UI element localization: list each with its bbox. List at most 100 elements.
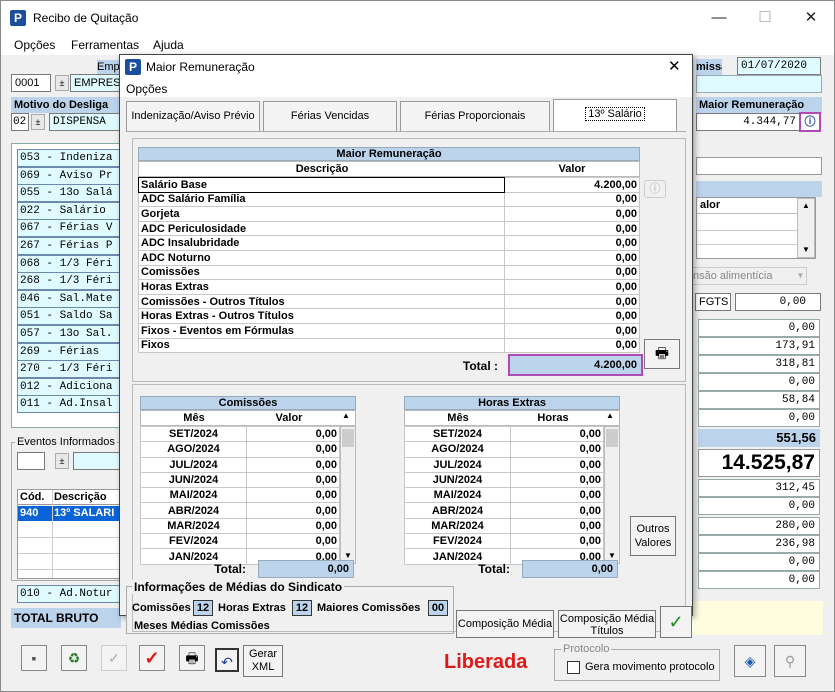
table-row[interactable]: Fixos - Eventos em Fórmulas 0,00 xyxy=(138,322,640,339)
row-value: 0,00 xyxy=(510,487,604,504)
table-row[interactable]: FEV/2024 0,00 xyxy=(140,533,340,550)
empresa-spin[interactable]: ± xyxy=(55,75,69,91)
row-descricao: Gorjeta xyxy=(138,206,505,222)
table-row[interactable]: ADC Salário Família 0,00 xyxy=(138,191,640,208)
table-row[interactable]: ADC Noturno 0,00 xyxy=(138,249,640,266)
pensao-select[interactable]: nsão alimentícia xyxy=(689,267,807,285)
table-row[interactable]: JUL/2024 0,00 xyxy=(140,456,340,473)
table-row[interactable]: AGO/2024 0,00 xyxy=(404,441,604,458)
table-row[interactable]: Comissões 0,00 xyxy=(138,264,640,281)
confirm-disabled-button[interactable]: ✓ xyxy=(101,645,127,671)
gera-mov-checkbox[interactable] xyxy=(567,661,580,674)
print-button[interactable]: 🖶 xyxy=(179,645,205,671)
right-field-1[interactable] xyxy=(696,157,822,175)
table-row[interactable]: Fixos 0,00 xyxy=(138,337,640,354)
table-row[interactable]: 940 13º SALARI xyxy=(18,506,120,521)
maximize-button[interactable]: ☐ xyxy=(742,1,788,35)
search-people-button[interactable]: ⚲ xyxy=(774,645,806,677)
medias-maiores-value[interactable]: 00 xyxy=(428,600,448,616)
row-mes: MAR/2024 xyxy=(140,517,247,535)
table-row[interactable]: JUL/2024 0,00 xyxy=(404,456,604,473)
save-button[interactable]: ▪ xyxy=(21,645,47,671)
table-row[interactable]: Comissões - Outros Títulos 0,00 xyxy=(138,293,640,310)
check-red-button[interactable]: ✓ xyxy=(139,645,165,671)
list-item[interactable]: 055 - 13o Salá xyxy=(17,184,122,203)
list-item[interactable]: 067 - Férias V xyxy=(17,219,122,238)
comissoes-title: Comissões xyxy=(140,396,356,410)
table-row[interactable]: ADC Insalubridade 0,00 xyxy=(138,235,640,251)
gerar-xml-button[interactable]: Gerar XML xyxy=(243,645,283,677)
motivo-spin[interactable]: ± xyxy=(31,114,45,130)
row-mes: MAI/2024 xyxy=(404,487,511,504)
table-row[interactable]: MAI/2024 0,00 xyxy=(140,487,340,504)
undo-button[interactable]: ↶ xyxy=(215,648,239,672)
table-row[interactable]: JUN/2024 0,00 xyxy=(140,471,340,489)
tab-ferias-proporcionais[interactable]: Férias Proporcionais xyxy=(400,101,550,131)
table-row[interactable]: SET/2024 0,00 xyxy=(140,425,340,443)
empresa-code-field[interactable]: 0001 xyxy=(11,74,51,92)
table-row[interactable]: Salário Base 4.200,00 xyxy=(138,177,640,193)
tab-13-salario[interactable]: 13º Salário xyxy=(553,99,677,132)
adnot-row[interactable]: 010 - Ad.Notur xyxy=(17,585,122,603)
evento-input[interactable] xyxy=(17,452,45,470)
horas-scrollbar[interactable]: ▼ xyxy=(604,426,620,564)
table-row[interactable]: FEV/2024 0,00 xyxy=(404,533,604,550)
recycle-button[interactable]: ♻ xyxy=(61,645,87,671)
outros-valores-button[interactable]: Outros Valores xyxy=(630,516,676,556)
confirm-button[interactable]: ✓ xyxy=(660,606,692,638)
menu-ajuda[interactable]: Ajuda xyxy=(153,38,184,52)
table-row[interactable]: ABR/2024 0,00 xyxy=(404,502,604,519)
right-value: 0,00 xyxy=(698,553,820,571)
table-row[interactable]: ADC Periculosidade 0,00 xyxy=(138,220,640,237)
row-value: 0,00 xyxy=(246,425,340,443)
info-icon[interactable]: ⓘ xyxy=(644,180,666,198)
list-item[interactable]: 269 - Férias xyxy=(17,342,122,361)
motivo-text-field[interactable]: DISPENSA xyxy=(49,113,121,131)
table-row[interactable]: ABR/2024 0,00 xyxy=(140,502,340,519)
maior-rem-info-button[interactable]: ⓘ xyxy=(799,112,821,132)
table-row[interactable]: JUN/2024 0,00 xyxy=(404,471,604,489)
table-row[interactable]: MAI/2024 0,00 xyxy=(404,487,604,504)
table-row[interactable]: MAR/2024 0,00 xyxy=(404,517,604,535)
print-button[interactable]: 🖶 xyxy=(644,339,680,369)
admissao-date-field[interactable]: 01/07/2020 xyxy=(737,57,821,75)
list-item[interactable]: 268 - 1/3 Féri xyxy=(17,272,122,291)
table-row[interactable]: Gorjeta 0,00 xyxy=(138,206,640,222)
dialog-menu-opcoes[interactable]: Opções xyxy=(126,82,167,96)
menu-opcoes[interactable]: Opções xyxy=(14,38,55,52)
table-row[interactable]: Horas Extras 0,00 xyxy=(138,279,640,295)
medias-horas-value[interactable]: 12 xyxy=(292,600,312,616)
comissoes-scrollbar[interactable]: ▼ xyxy=(340,426,356,564)
list-item[interactable]: 022 - Salário xyxy=(17,201,122,220)
composicao-media-titulos-button[interactable]: Composição Média Títulos xyxy=(558,610,656,638)
list-item[interactable]: 046 - Sal.Mate xyxy=(17,289,122,308)
table-row[interactable]: AGO/2024 0,00 xyxy=(140,441,340,458)
right-table-scrollbar[interactable]: ▲ ▼ xyxy=(797,198,815,258)
list-item[interactable]: 011 - Ad.Insal xyxy=(17,395,122,414)
evento-desc-field[interactable] xyxy=(73,452,121,470)
table-row[interactable]: SET/2024 0,00 xyxy=(404,425,604,443)
composicao-media-button[interactable]: Composição Média xyxy=(456,610,554,638)
menu-ferramentas[interactable]: Ferramentas xyxy=(71,38,139,52)
medias-title: Informações de Médias do Sindicato xyxy=(132,580,345,594)
network-button[interactable]: ◈ xyxy=(734,645,766,677)
table-row[interactable]: Horas Extras - Outros Títulos 0,00 xyxy=(138,308,640,324)
table-row[interactable]: MAR/2024 0,00 xyxy=(140,517,340,535)
medias-comissoes-value[interactable]: 12 xyxy=(193,600,213,616)
list-item[interactable]: 267 - Férias P xyxy=(17,237,122,255)
list-item[interactable]: 051 - Saldo Sa xyxy=(17,307,122,326)
tab-ferias-vencidas[interactable]: Férias Vencidas xyxy=(263,101,397,131)
minimize-button[interactable]: — xyxy=(696,1,742,35)
list-item[interactable]: 012 - Adiciona xyxy=(17,377,122,396)
list-item[interactable]: 069 - Aviso Pr xyxy=(17,166,122,185)
list-item[interactable]: 057 - 13o Sal. xyxy=(17,325,122,343)
empresa-name-field[interactable]: EMPRESA xyxy=(70,74,121,92)
tab-indenizacao[interactable]: Indenização/Aviso Prévio xyxy=(126,101,260,131)
list-item[interactable]: 068 - 1/3 Féri xyxy=(17,254,122,273)
evento-spin[interactable]: ± xyxy=(55,453,69,469)
motivo-code-field[interactable]: 02 xyxy=(11,113,29,131)
dialog-close-button[interactable]: ✕ xyxy=(668,57,681,75)
list-item[interactable]: 270 - 1/3 Féri xyxy=(17,360,122,379)
list-item[interactable]: 053 - Indeniza xyxy=(17,149,122,167)
close-button[interactable]: ✕ xyxy=(788,1,834,35)
